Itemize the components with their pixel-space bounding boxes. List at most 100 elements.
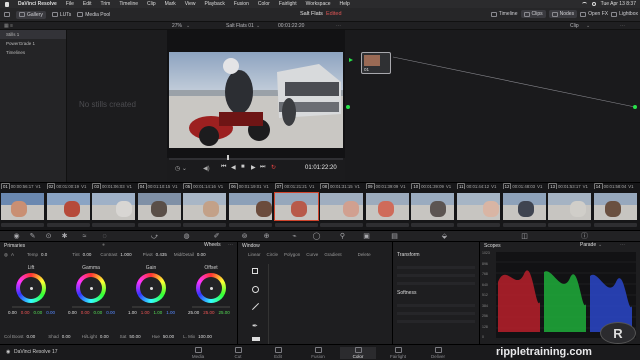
sat-value[interactable]: 50.00 <box>129 334 140 339</box>
scope-mode[interactable]: Parade <box>580 242 596 248</box>
wheel-center-handle-icon[interactable] <box>210 287 213 290</box>
media-pool-button[interactable] <box>4 12 10 17</box>
zoom-level[interactable]: 27% <box>172 23 182 29</box>
media-pool-tab-button[interactable]: Media Pool <box>77 12 110 18</box>
zoom-dropdown-icon[interactable]: ⌄ <box>186 23 190 29</box>
3d-icon[interactable]: ▤ <box>390 233 399 241</box>
motion-effects-icon[interactable]: ◌ <box>100 233 109 241</box>
menu-view[interactable]: View <box>185 1 196 7</box>
lmix-value[interactable]: 100.00 <box>198 334 212 339</box>
curves-icon[interactable]: ⤻ <box>150 233 159 241</box>
search-icon[interactable] <box>591 2 596 6</box>
magic-mask-icon[interactable]: ⌁ <box>290 233 299 241</box>
wheel-value[interactable]: 1.00 <box>128 310 137 315</box>
gallery-button[interactable]: Gallery <box>16 10 46 19</box>
clip-thumbnail[interactable]: 01 00:00:56:17 V1 <box>0 183 45 231</box>
linear-window-button[interactable]: Linear <box>248 252 261 257</box>
linear-window-icon[interactable] <box>251 302 260 311</box>
shad-value[interactable]: 0.00 <box>62 334 71 339</box>
menu-clip[interactable]: Clip <box>147 1 156 7</box>
color-wheel-lift[interactable] <box>16 273 46 303</box>
page-fairlight[interactable]: Fairlight <box>380 347 416 359</box>
curve-window-button[interactable]: Curve <box>306 252 318 257</box>
scope-options-icon[interactable]: ⋯ <box>620 242 625 248</box>
apple-icon[interactable] <box>5 1 9 7</box>
color-wheels-icon[interactable]: ⊙ <box>44 233 53 241</box>
node-mode-label[interactable]: Clip <box>570 23 579 29</box>
viewer-scrubber[interactable] <box>169 158 343 160</box>
wheel-value[interactable]: 0.00 <box>68 310 77 315</box>
tracker-icon[interactable]: ⊕ <box>262 233 271 241</box>
stop-icon[interactable]: ■ <box>241 164 245 170</box>
blur-icon[interactable]: ◯ <box>312 233 321 241</box>
timeline-dropdown-icon[interactable]: ⌄ <box>256 23 260 29</box>
square-window-icon[interactable] <box>252 268 258 274</box>
page-media[interactable]: Media <box>180 347 216 359</box>
wifi-icon[interactable] <box>581 2 587 6</box>
menu-edit[interactable]: Edit <box>83 1 92 7</box>
wheel-master-slider[interactable] <box>192 306 230 308</box>
info-icon[interactable]: ⓘ <box>580 233 589 241</box>
clip-thumbnail[interactable]: 05 00:01:14:16 V1 <box>182 183 227 231</box>
color-node[interactable]: 01 <box>361 52 391 74</box>
hue-value[interactable]: 50.00 <box>163 334 174 339</box>
open-fx-button[interactable]: Open FX <box>580 10 608 18</box>
clip-thumbnail[interactable]: 03 00:01:06:03 V1 <box>91 183 136 231</box>
page-color[interactable]: Color <box>340 347 376 359</box>
skip-forward-icon[interactable]: ⏭ <box>260 164 265 171</box>
menu-app-name[interactable]: DaVinci Resolve <box>18 1 57 7</box>
delete-window-button[interactable]: Delete <box>358 252 371 257</box>
clip-thumbnail[interactable]: 14 00:01:58:04 V1 <box>593 183 638 231</box>
key-icon[interactable]: ⚲ <box>338 233 347 241</box>
clip-thumbnail[interactable]: 10 00:01:39:09 V1 <box>410 183 455 231</box>
page-fusion[interactable]: Fusion <box>300 347 336 359</box>
clip-thumbnail[interactable]: 06 00:01:19:01 V1 <box>228 183 273 231</box>
contrast-value[interactable]: 1.000 <box>120 252 131 258</box>
pivot-value[interactable]: 0.435 <box>156 252 167 258</box>
menu-fusion[interactable]: Fusion <box>234 1 249 7</box>
node-editor[interactable]: 01 <box>345 30 640 182</box>
menu-file[interactable]: File <box>66 1 74 7</box>
clip-thumbnail[interactable]: 12 00:01:48:03 V1 <box>502 183 547 231</box>
viewer-mode-icon[interactable]: ◷ ⌄ <box>175 165 187 172</box>
timeline-button[interactable]: Timeline <box>490 10 518 18</box>
transform-fields[interactable] <box>397 261 475 285</box>
qualifier-icon[interactable]: ✐ <box>212 233 221 241</box>
menu-fairlight[interactable]: Fairlight <box>279 1 297 7</box>
page-cut[interactable]: Cut <box>220 347 256 359</box>
wheel-value[interactable]: 0.00 <box>81 310 90 315</box>
wheels-options-icon[interactable]: ⋯ <box>228 242 233 248</box>
clip-thumbnail[interactable]: 11 00:01:44:12 V1 <box>456 183 501 231</box>
node-mode-dropdown-icon[interactable]: ⌄ <box>586 23 590 29</box>
auto-icon[interactable]: A <box>11 252 14 258</box>
menu-color[interactable]: Color <box>258 1 270 7</box>
wheel-value[interactable]: 0.00 <box>94 310 103 315</box>
skip-back-icon[interactable]: ⏮ <box>221 164 226 171</box>
page-edit[interactable]: Edit <box>260 347 296 359</box>
clip-thumbnail[interactable]: 13 00:01:53:17 V1 <box>547 183 592 231</box>
hdr-icon[interactable]: ≈ <box>80 233 89 241</box>
menu-workspace[interactable]: Workspace <box>306 1 331 7</box>
middetail-value[interactable]: 0.00 <box>197 252 206 258</box>
auto-balance-icon[interactable]: ◍ <box>4 252 8 258</box>
menu-trim[interactable]: Trim <box>101 1 111 7</box>
clip-thumbnail[interactable]: 02 00:01:00:19 V1 <box>46 183 91 231</box>
sizing-icon[interactable]: ▣ <box>362 233 371 241</box>
wheel-value[interactable]: 1.00 <box>154 310 163 315</box>
luts-button[interactable]: LUTs <box>51 12 71 18</box>
temp-value[interactable]: 0.0 <box>41 252 47 258</box>
menu-playback[interactable]: Playback <box>205 1 225 7</box>
color-warper-icon[interactable]: ◍ <box>182 233 191 241</box>
rgb-mixer-icon[interactable]: ✱ <box>60 233 69 241</box>
scope-view-icon[interactable]: ◫ <box>520 233 529 241</box>
menu-mark[interactable]: Mark <box>165 1 176 7</box>
viewer-frame[interactable] <box>169 52 343 148</box>
playhead-icon[interactable] <box>227 155 229 160</box>
circle-window-icon[interactable] <box>252 286 259 293</box>
gallery-album-timelines[interactable]: Timelines <box>0 48 66 57</box>
node-options-icon[interactable]: ⋯ <box>620 23 625 29</box>
lightbox-button[interactable]: Lightbox <box>611 10 638 18</box>
wheel-center-handle-icon[interactable] <box>30 287 33 290</box>
wheels-mode-label[interactable]: Wheels <box>204 242 221 248</box>
page-deliver[interactable]: Deliver <box>420 347 456 359</box>
